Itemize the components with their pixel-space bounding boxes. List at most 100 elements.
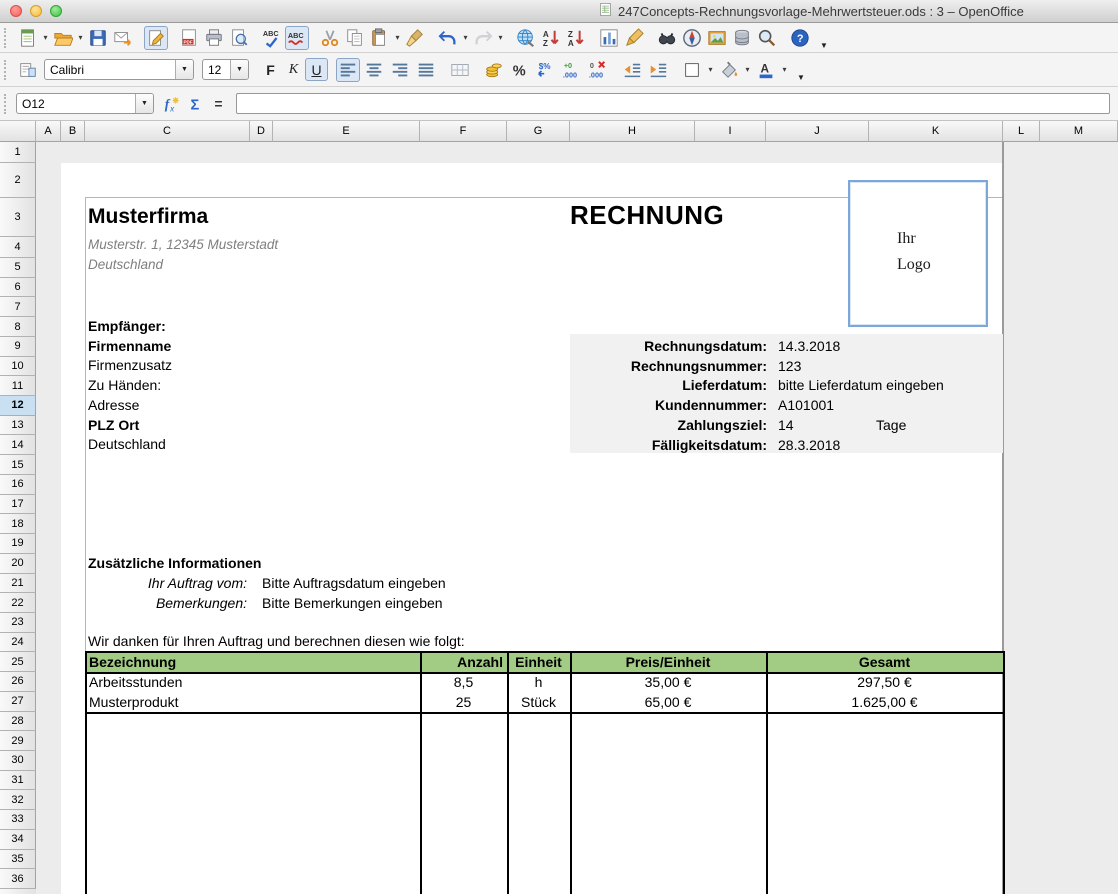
items-table-cell[interactable]: 65,00 € (574, 693, 762, 712)
add-decimal-button[interactable]: +0.000 (560, 58, 584, 82)
zoom-button[interactable] (755, 26, 779, 50)
toolbar-grip[interactable] (4, 60, 12, 80)
edit-file-button[interactable] (144, 26, 168, 50)
underline-button[interactable]: U (305, 58, 328, 81)
row-header-30[interactable]: 30 (0, 751, 36, 771)
detail-label[interactable]: Lieferdatum: (570, 376, 767, 396)
row-header-12[interactable]: 12 (0, 396, 36, 416)
row-header-17[interactable]: 17 (0, 495, 36, 515)
row-header-9[interactable]: 9 (0, 337, 36, 357)
additional-info-value[interactable]: Bitte Bemerkungen eingeben (262, 594, 443, 614)
detail-value[interactable]: A101001 (778, 396, 834, 416)
bold-button[interactable]: F (259, 58, 282, 81)
close-button[interactable] (10, 5, 22, 17)
minimize-button[interactable] (30, 5, 42, 17)
row-header-34[interactable]: 34 (0, 830, 36, 850)
font-name-combo[interactable]: Calibri ▼ (44, 59, 194, 80)
delete-decimal-button[interactable]: 0.000 (586, 58, 610, 82)
detail-label[interactable]: Zahlungsziel: (570, 416, 767, 436)
row-header-6[interactable]: 6 (0, 278, 36, 298)
new-document-button[interactable] (16, 26, 40, 50)
column-header-E[interactable]: E (273, 120, 420, 142)
row-header-1[interactable]: 1 (0, 142, 36, 163)
items-table-cell[interactable]: Arbeitsstunden (89, 673, 416, 692)
align-left-button[interactable] (336, 58, 360, 82)
background-color-button[interactable] (717, 58, 741, 82)
align-justified-button[interactable] (414, 58, 438, 82)
column-header-M[interactable]: M (1040, 120, 1118, 142)
help-button[interactable]: ? (788, 26, 812, 50)
column-header-J[interactable]: J (766, 120, 869, 142)
recipient-line[interactable]: Deutschland (88, 435, 166, 455)
row-header-25[interactable]: 25 (0, 652, 36, 672)
additional-info-value[interactable]: Bitte Auftragsdatum eingeben (262, 574, 446, 594)
font-color-button[interactable]: A (754, 58, 778, 82)
row-header-15[interactable]: 15 (0, 455, 36, 475)
paste-button[interactable] (368, 26, 392, 50)
font-size-dropdown-arrow[interactable]: ▼ (230, 60, 248, 79)
detail-label[interactable]: Fälligkeitsdatum: (570, 436, 767, 456)
insert-chart-button[interactable] (597, 26, 621, 50)
zoom-window-button[interactable] (50, 5, 62, 17)
row-header-18[interactable]: 18 (0, 514, 36, 534)
row-header-11[interactable]: 11 (0, 376, 36, 396)
row-header-10[interactable]: 10 (0, 357, 36, 377)
cut-button[interactable] (318, 26, 342, 50)
row-header-3[interactable]: 3 (0, 198, 36, 237)
column-header-I[interactable]: I (695, 120, 766, 142)
row-header-27[interactable]: 27 (0, 692, 36, 712)
company-country[interactable]: Deutschland (88, 255, 163, 275)
toolbar-options-arrow[interactable]: ▼ (795, 58, 807, 82)
row-header-16[interactable]: 16 (0, 475, 36, 495)
recipient-line[interactable]: Firmenname (88, 337, 171, 357)
undo-button[interactable] (436, 26, 460, 50)
align-center-button[interactable] (362, 58, 386, 82)
column-header-C[interactable]: C (85, 120, 250, 142)
row-header-23[interactable]: 23 (0, 613, 36, 633)
row-header-4[interactable]: 4 (0, 237, 36, 258)
logo-placeholder[interactable]: Ihr Logo (848, 180, 988, 327)
items-table-header-cell[interactable]: Preis/Einheit (574, 653, 762, 672)
detail-value[interactable]: 123 (778, 357, 801, 377)
row-header-28[interactable]: 28 (0, 712, 36, 732)
items-table-header-cell[interactable]: Bezeichnung (89, 653, 416, 672)
company-name[interactable]: Musterfirma (88, 205, 208, 229)
borders-dropdown-arrow[interactable]: ▾ (706, 58, 715, 82)
row-header-22[interactable]: 22 (0, 593, 36, 613)
items-table-header-cell[interactable]: Gesamt (770, 653, 999, 672)
percent-format-button[interactable]: % (508, 58, 532, 82)
column-header-B[interactable]: B (61, 120, 85, 142)
company-address[interactable]: Musterstr. 1, 12345 Musterstadt (88, 235, 278, 255)
column-header-G[interactable]: G (507, 120, 570, 142)
cell-reference-value[interactable]: O12 (17, 97, 135, 111)
items-table-header-cell[interactable]: Anzahl (424, 653, 503, 672)
sum-button[interactable]: Σ (184, 92, 208, 116)
decrease-indent-button[interactable] (620, 58, 644, 82)
export-pdf-button[interactable]: PDF (177, 26, 201, 50)
find-replace-button[interactable] (655, 26, 679, 50)
items-table-cell[interactable]: h (511, 673, 566, 692)
detail-value[interactable]: 14 (778, 416, 794, 436)
sort-ascending-button[interactable]: AZ (539, 26, 563, 50)
function-wizard-button[interactable]: fx (160, 92, 184, 116)
detail-value[interactable]: 28.3.2018 (778, 436, 840, 456)
column-header-K[interactable]: K (869, 120, 1003, 142)
additional-info-label[interactable]: Ihr Auftrag vom: (88, 574, 247, 594)
save-document-button[interactable] (86, 26, 110, 50)
open-document-button[interactable] (51, 26, 75, 50)
row-header-31[interactable]: 31 (0, 771, 36, 791)
column-header-H[interactable]: H (570, 120, 695, 142)
auto-spellcheck-button[interactable]: ABC (285, 26, 309, 50)
items-table-cell[interactable]: 8,5 (424, 673, 503, 692)
detail-label[interactable]: Rechnungsdatum: (570, 337, 767, 357)
column-header-L[interactable]: L (1003, 120, 1040, 142)
detail-value[interactable]: 14.3.2018 (778, 337, 840, 357)
formula-input-line[interactable] (236, 93, 1110, 114)
row-header-36[interactable]: 36 (0, 869, 36, 889)
row-header-14[interactable]: 14 (0, 435, 36, 455)
font-color-dropdown-arrow[interactable]: ▾ (780, 58, 789, 82)
sort-descending-button[interactable]: ZA (564, 26, 588, 50)
detail-label[interactable]: Rechnungsnummer: (570, 357, 767, 377)
select-all-corner[interactable] (0, 120, 36, 142)
email-document-button[interactable] (111, 26, 135, 50)
